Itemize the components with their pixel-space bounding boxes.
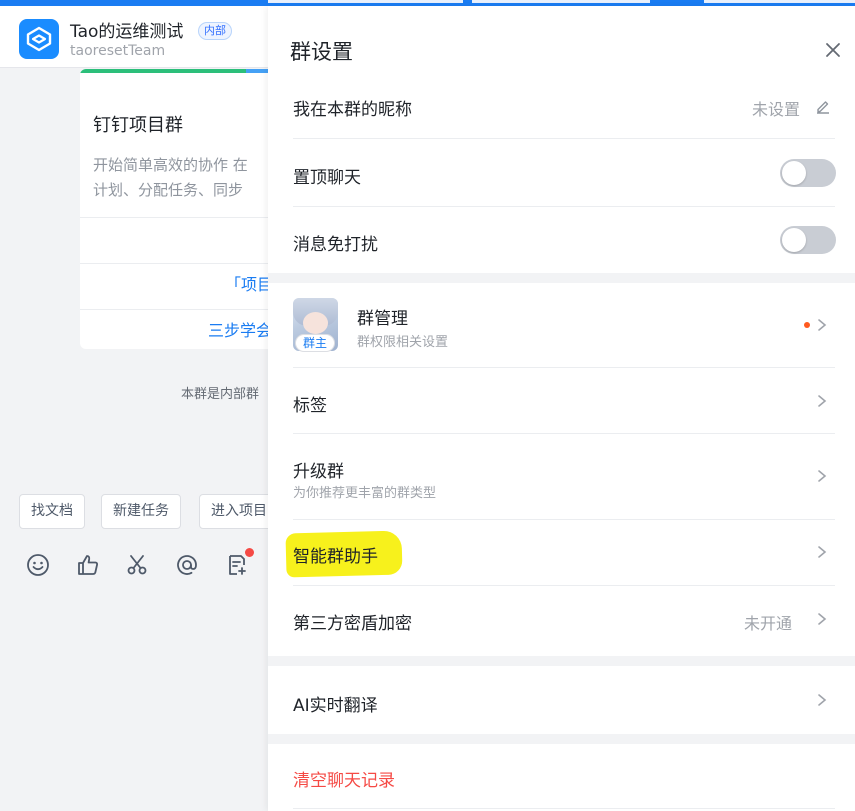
upgrade-group-sub: 为你推荐更丰富的群类型 bbox=[293, 486, 437, 501]
mute-label: 消息免打扰 bbox=[293, 235, 378, 255]
section-gap bbox=[268, 656, 855, 666]
group-settings-panel: 群设置 我在本群的昵称 未设置 置顶聊天 消息免打扰 群主 群管理 群权限相关设… bbox=[268, 6, 855, 811]
group-manage-sub: 群权限相关设置 bbox=[357, 335, 449, 350]
chevron-right-icon bbox=[818, 613, 827, 625]
find-doc-button[interactable]: 找文档 bbox=[19, 494, 85, 529]
nickname-value[interactable]: 未设置 bbox=[752, 96, 800, 120]
card-desc-line: 开始简单高效的协作 在 bbox=[93, 156, 248, 174]
team-name[interactable]: taoresetTeam bbox=[70, 43, 165, 59]
project-group-card: 钉钉项目群 开始简单高效的协作 在 计划、分配任务、同步 「项目 三步学会 bbox=[80, 69, 280, 349]
close-icon[interactable] bbox=[823, 40, 843, 60]
card-link-guide[interactable]: 三步学会 bbox=[208, 317, 272, 341]
section-gap bbox=[268, 273, 855, 283]
upgrade-group-label: 升级群 bbox=[293, 462, 344, 482]
toggle-knob bbox=[782, 228, 806, 252]
group-avatar[interactable] bbox=[19, 19, 59, 59]
chevron-right-icon bbox=[818, 546, 827, 558]
row-divider bbox=[293, 206, 835, 207]
row-divider bbox=[293, 808, 835, 809]
scissors-icon[interactable] bbox=[124, 552, 150, 578]
pin-chat-label: 置顶聊天 bbox=[293, 168, 361, 188]
group-name[interactable]: Tao的运维测试 bbox=[70, 17, 183, 42]
smart-assistant-label: 智能群助手 bbox=[293, 547, 378, 567]
panel-title: 群设置 bbox=[290, 40, 353, 64]
chevron-right-icon bbox=[818, 319, 827, 331]
chevron-right-icon bbox=[818, 395, 827, 407]
enter-project-button[interactable]: 进入项目 bbox=[199, 494, 279, 529]
avatar-face bbox=[303, 312, 328, 334]
translate-label: AI实时翻译 bbox=[293, 696, 378, 716]
toggle-knob bbox=[782, 161, 806, 185]
card-divider bbox=[80, 217, 280, 218]
clear-history-button[interactable]: 清空聊天记录 bbox=[293, 766, 395, 791]
top-bar-segment bbox=[472, 0, 650, 3]
card-accent-bar bbox=[80, 69, 246, 73]
thumbs-up-icon[interactable] bbox=[75, 552, 101, 578]
chat-area: Tao的运维测试 内部 taoresetTeam 钉钉项目群 开始简单高效的协作… bbox=[0, 6, 280, 811]
mute-toggle[interactable] bbox=[780, 226, 836, 254]
chat-header: Tao的运维测试 内部 taoresetTeam bbox=[0, 6, 268, 68]
new-task-button[interactable]: 新建任务 bbox=[101, 494, 181, 529]
nickname-label[interactable]: 我在本群的昵称 bbox=[293, 95, 412, 120]
internal-badge: 内部 bbox=[198, 22, 232, 40]
group-logo-icon bbox=[26, 26, 52, 52]
group-manage-label: 群管理 bbox=[357, 309, 408, 329]
pin-chat-toggle[interactable] bbox=[780, 159, 836, 187]
owner-badge: 群主 bbox=[295, 334, 335, 352]
tags-row[interactable] bbox=[268, 368, 855, 433]
emoji-icon[interactable] bbox=[25, 552, 51, 578]
section-gap bbox=[268, 734, 855, 744]
card-title: 钉钉项目群 bbox=[93, 115, 183, 136]
card-description: 开始简单高效的协作 在 计划、分配任务、同步 bbox=[93, 153, 280, 203]
chevron-right-icon bbox=[818, 694, 827, 706]
row-divider bbox=[293, 138, 835, 139]
notification-dot bbox=[245, 548, 254, 557]
update-dot bbox=[804, 322, 810, 328]
card-desc-line: 计划、分配任务、同步 bbox=[93, 181, 244, 199]
edit-icon[interactable] bbox=[815, 98, 831, 114]
encryption-value: 未开通 bbox=[744, 614, 793, 633]
card-divider bbox=[80, 263, 280, 264]
top-bar-segment bbox=[704, 0, 855, 3]
chevron-right-icon bbox=[818, 470, 827, 482]
card-link-project[interactable]: 「项目 bbox=[225, 271, 273, 295]
encryption-label: 第三方密盾加密 bbox=[293, 614, 412, 634]
tags-label: 标签 bbox=[293, 396, 327, 416]
top-bar-segment bbox=[268, 0, 463, 3]
at-icon[interactable] bbox=[174, 552, 200, 578]
chat-notice: 本群是内部群 bbox=[181, 387, 260, 402]
card-divider bbox=[80, 309, 280, 310]
upgrade-group-row[interactable] bbox=[268, 434, 855, 519]
